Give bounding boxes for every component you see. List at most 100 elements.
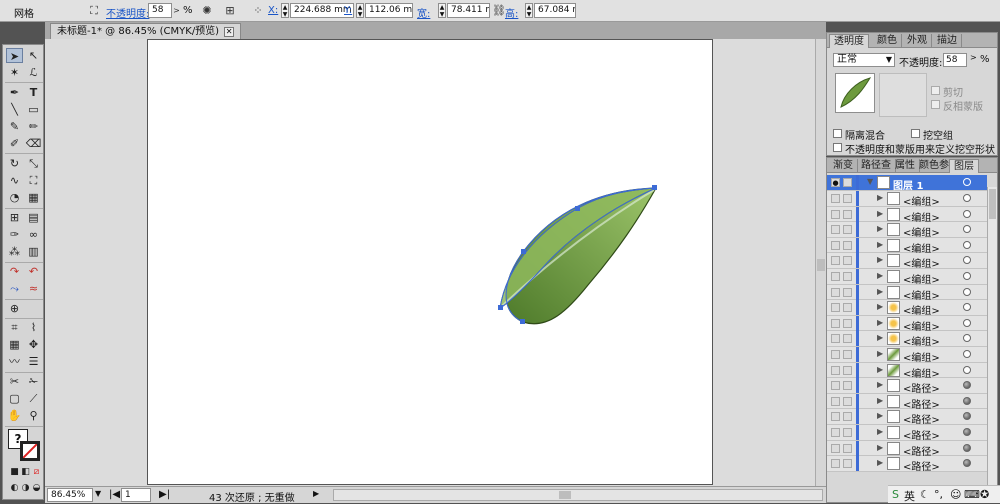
chevron-right-icon[interactable]: ▶: [877, 411, 883, 420]
lock-toggle[interactable]: [843, 272, 852, 281]
layer-row[interactable]: ▶ <路径>: [827, 409, 987, 426]
lock-toggle[interactable]: [843, 318, 852, 328]
anchor-point[interactable]: [520, 319, 525, 324]
target-circle-icon[interactable]: [963, 443, 971, 452]
anchor-tool-icon[interactable]: ⤳: [6, 281, 23, 296]
lock-toggle[interactable]: [843, 225, 852, 235]
layer-row[interactable]: ▶ <路径>: [827, 378, 987, 395]
layer-row[interactable]: ▶ <路径>: [827, 456, 987, 473]
chevron-right-icon[interactable]: ▶: [877, 427, 883, 436]
moon-icon[interactable]: ☾: [920, 488, 930, 501]
direct-selection-tool-icon[interactable]: ↖: [25, 48, 42, 63]
lock-toggle[interactable]: [843, 350, 852, 359]
height-label[interactable]: 高:: [505, 5, 518, 20]
ime-language[interactable]: 英: [904, 488, 915, 504]
width-label[interactable]: 宽:: [417, 5, 430, 20]
none-mode-icon[interactable]: ⧄: [28, 465, 45, 480]
lock-toggle[interactable]: [843, 209, 852, 219]
chevron-right-icon[interactable]: ▶: [877, 318, 883, 327]
layer-row[interactable]: ▶ <路径>: [827, 440, 987, 458]
layers-scrollbar-thumb[interactable]: [989, 189, 996, 219]
visibility-toggle[interactable]: [831, 350, 840, 359]
visibility-toggle[interactable]: [831, 396, 840, 406]
tab-gradient[interactable]: 渐变: [829, 159, 858, 173]
hand-tool-icon[interactable]: ✋: [6, 408, 23, 423]
artboard-number-field[interactable]: 1: [121, 488, 151, 502]
paintbrush-tool-icon[interactable]: ✎: [6, 119, 23, 134]
tab-color[interactable]: 颜色: [873, 34, 902, 48]
reshape-tool-icon[interactable]: ↶: [25, 264, 42, 279]
layer-row[interactable]: ▶ <编组>: [827, 191, 987, 208]
opacity-arrow-icon[interactable]: >: [970, 53, 977, 62]
invert-mask-checkbox[interactable]: [931, 100, 940, 109]
chevron-right-icon[interactable]: ▶: [877, 271, 883, 280]
chevron-right-icon[interactable]: ▶: [877, 365, 883, 374]
tab-transparency[interactable]: 透明度: [829, 34, 869, 48]
reference-point-icon[interactable]: ⁘: [250, 3, 266, 19]
target-circle-icon[interactable]: [963, 334, 971, 343]
lock-toggle[interactable]: [843, 396, 852, 406]
recolor-icon[interactable]: ✺: [199, 3, 215, 19]
visibility-toggle[interactable]: [831, 272, 840, 281]
rotate-tool-icon[interactable]: ↻: [6, 156, 23, 171]
visibility-toggle[interactable]: [831, 287, 840, 297]
lock-toggle[interactable]: [843, 256, 852, 266]
layer-row[interactable]: ▶ <编组>: [827, 315, 987, 333]
target-circle-icon[interactable]: [963, 350, 971, 358]
chevron-right-icon[interactable]: ▶: [877, 380, 883, 389]
layer-row[interactable]: ▶ <编组>: [827, 237, 987, 255]
layer-row[interactable]: ▶ <编组>: [827, 222, 987, 239]
eraser-tool-icon[interactable]: ⌫: [25, 136, 42, 151]
visibility-toggle[interactable]: [831, 194, 840, 203]
chevron-right-icon[interactable]: ▶: [877, 193, 883, 202]
layer-row[interactable]: ▶ <路径>: [827, 425, 987, 442]
visibility-toggle[interactable]: [831, 256, 840, 266]
lock-toggle[interactable]: [843, 443, 852, 453]
opacity-input[interactable]: 58: [148, 3, 172, 18]
envelope-tool-icon[interactable]: ⌇: [25, 320, 42, 335]
visibility-toggle[interactable]: [831, 318, 840, 328]
stroke-swatch[interactable]: [20, 441, 40, 461]
lock-toggle[interactable]: [843, 287, 852, 297]
zoom-dropdown-icon[interactable]: ▼: [95, 489, 101, 498]
y-input[interactable]: 112.06 mm: [365, 3, 413, 18]
selection-tool-icon[interactable]: ➤: [6, 48, 23, 63]
magic-wand-tool-icon[interactable]: ✶: [6, 65, 23, 80]
anchor-point[interactable]: [652, 185, 657, 190]
layer-row[interactable]: ▶ <编组>: [827, 362, 987, 380]
column-graph-tool-icon[interactable]: ▥: [25, 244, 42, 259]
y-label[interactable]: Y:: [344, 5, 352, 16]
puppet-warp-tool-icon[interactable]: ✥: [25, 337, 42, 352]
target-circle-icon[interactable]: [963, 209, 971, 218]
chevron-right-icon[interactable]: ▶: [877, 240, 883, 249]
mask-thumbnail[interactable]: [879, 73, 927, 117]
chevron-right-icon[interactable]: ▶: [877, 349, 883, 358]
visibility-toggle[interactable]: [831, 412, 840, 422]
opacity-mask-checkbox[interactable]: [833, 143, 842, 152]
visibility-toggle[interactable]: [831, 209, 840, 219]
lock-toggle[interactable]: [843, 194, 852, 203]
blend-tool-icon[interactable]: ∞: [25, 227, 42, 242]
lock-toggle[interactable]: [843, 365, 852, 375]
lock-toggle[interactable]: [843, 459, 852, 469]
visibility-toggle[interactable]: [831, 365, 840, 375]
list-tool-icon[interactable]: ☰: [25, 354, 42, 369]
line-tool-icon[interactable]: ╲: [6, 102, 23, 117]
layer-name[interactable]: 图层 1: [893, 177, 923, 192]
target-circle-icon[interactable]: [963, 365, 971, 374]
clip-checkbox[interactable]: [931, 86, 940, 95]
layer-row[interactable]: ▶ <编组>: [827, 284, 987, 302]
eye-icon[interactable]: ●: [831, 178, 840, 187]
layer-row[interactable]: ▶ <路径>: [827, 393, 987, 411]
knockout-group-checkbox[interactable]: [911, 129, 920, 138]
layer-row[interactable]: ▶ <编组>: [827, 347, 987, 364]
live-paint-tool-icon[interactable]: ▦: [25, 190, 42, 205]
layer-row[interactable]: ▶ <编组>: [827, 206, 987, 224]
width-input[interactable]: 78.411 mm: [447, 3, 490, 18]
blend-mode-select[interactable]: 正常 ▼: [833, 53, 895, 67]
vertical-scrollbar[interactable]: [815, 39, 826, 486]
scrollbar-thumb[interactable]: [817, 259, 825, 271]
lock-toggle[interactable]: [843, 178, 852, 187]
chevron-right-icon[interactable]: ▶: [877, 209, 883, 218]
lock-toggle[interactable]: [843, 303, 852, 313]
